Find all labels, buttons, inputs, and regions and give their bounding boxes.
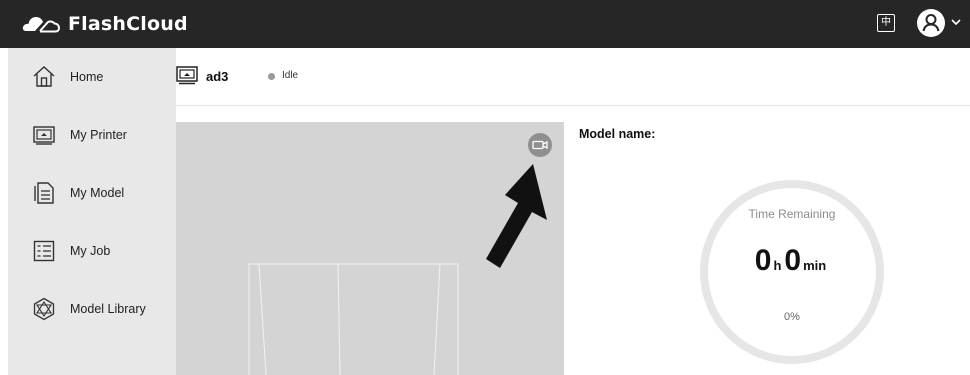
user-avatar[interactable] <box>917 9 945 37</box>
minutes-unit: min <box>803 258 827 273</box>
printer-status: Idle <box>282 70 299 81</box>
polyhedron-icon <box>33 297 55 321</box>
annotation-arrow-icon <box>486 164 547 268</box>
sidebar-item-label: My Job <box>70 244 111 258</box>
video-camera-icon <box>532 140 548 150</box>
sidebar-item-my-printer[interactable]: My Printer <box>8 106 176 164</box>
sidebar-item-my-job[interactable]: My Job <box>8 222 176 280</box>
sidebar-item-label: My Printer <box>70 128 127 142</box>
camera-toggle-button[interactable] <box>528 133 552 157</box>
status-dot <box>268 73 275 80</box>
sidebar-item-label: Home <box>70 70 104 84</box>
language-button[interactable]: 中 <box>877 14 895 32</box>
sidebar-item-model-library[interactable]: Model Library <box>8 280 176 338</box>
printer-icon <box>33 126 55 145</box>
checklist-icon <box>33 240 55 262</box>
hours-unit: h <box>773 258 782 273</box>
progress-percent: 0% <box>784 311 800 323</box>
sidebar-item-my-model[interactable]: My Model <box>8 164 176 222</box>
sidebar-item-home[interactable]: Home <box>8 48 176 106</box>
minutes-value: 0 <box>784 244 802 277</box>
printer-header: ad3 Idle <box>176 48 970 106</box>
time-remaining-label: Time Remaining <box>748 207 836 221</box>
home-icon <box>33 66 55 87</box>
sidebar-item-label: Model Library <box>70 302 146 316</box>
brand-name: FlashCloud <box>68 13 188 35</box>
top-bar: FlashCloud 中 <box>0 0 970 48</box>
printer-name: ad3 <box>206 69 229 84</box>
brand[interactable]: FlashCloud <box>22 9 188 39</box>
user-icon <box>922 14 940 32</box>
document-icon <box>34 182 54 204</box>
hours-value: 0 <box>754 244 772 277</box>
chevron-down-icon[interactable] <box>950 16 962 28</box>
model-name-label: Model name: <box>579 127 656 141</box>
printer-icon <box>176 66 198 85</box>
sidebar: Home My Printer My Model My Job Model Li… <box>8 48 176 375</box>
time-remaining-value: 0 h 0 min <box>700 244 884 278</box>
cloud-logo-icon <box>22 17 60 33</box>
sidebar-item-label: My Model <box>70 186 125 200</box>
